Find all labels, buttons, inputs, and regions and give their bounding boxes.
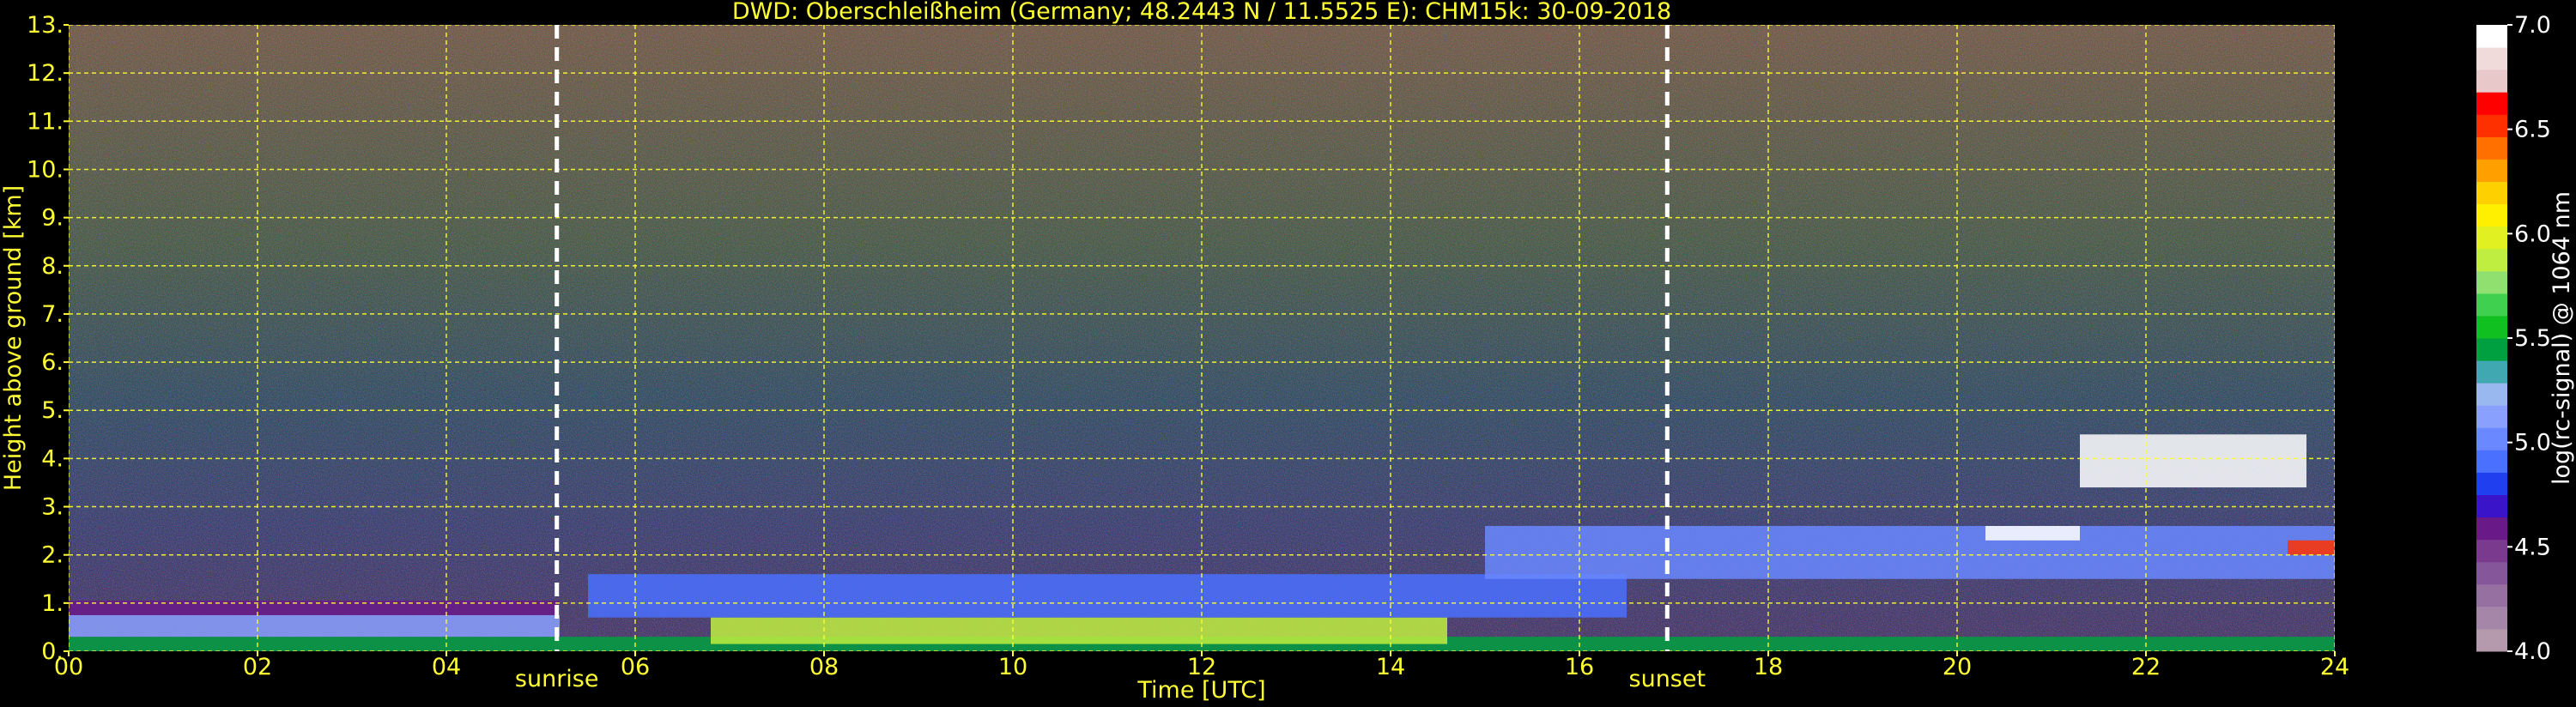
data-layer-4 (588, 574, 1627, 618)
x-tick-label: 04 (432, 654, 461, 680)
colorbar-tick-label: 6.5 (2514, 117, 2551, 143)
colorbar: 4.0 4.5 5.0 5.5 6.0 6.5 7.0 (2476, 12, 2551, 665)
annotations: sunrise sunset (515, 666, 1706, 692)
colorbar-tick-label: 7.0 (2514, 12, 2551, 39)
y-tick-label: 6. (41, 349, 64, 376)
x-tick-label: 06 (621, 654, 650, 680)
colorbar-tick-label: 6.0 (2514, 221, 2551, 247)
colorbar-segment (2476, 315, 2507, 339)
colorbar-segment (2476, 159, 2507, 182)
y-tick-label: 7. (41, 301, 64, 328)
colorbar-segment (2476, 517, 2507, 541)
x-tick-label: 20 (1943, 654, 1972, 680)
colorbar-tick-label: 5.0 (2514, 430, 2551, 456)
x-axis-label: Time [UTC] (1136, 677, 1265, 704)
y-axis-label: Height above ground [km] (0, 185, 27, 491)
colorbar-segment (2476, 539, 2507, 563)
colorbar-segment (2476, 450, 2507, 473)
colorbar-segment (2476, 628, 2507, 652)
plot-area (69, 25, 2335, 651)
colorbar-segment (2476, 472, 2507, 495)
data-layer-8 (2288, 540, 2335, 555)
colorbar-segment (2476, 561, 2507, 585)
colorbar-tick-label: 5.5 (2514, 325, 2551, 352)
y-tick-label: 1. (41, 590, 64, 617)
colorbar-segment (2476, 338, 2507, 361)
colorbar-segment (2476, 69, 2507, 93)
colorbar-tick-label: 4.0 (2514, 638, 2551, 665)
y-tick-label: 2. (41, 542, 64, 569)
y-tick-label: 12. (27, 60, 64, 87)
y-tick-label: 8. (41, 253, 64, 280)
y-tick-label: 13. (27, 12, 64, 39)
colorbar-tick-label: 4.5 (2514, 534, 2551, 560)
x-axis: 00 02 04 06 08 10 12 14 16 18 20 22 24 (54, 651, 2349, 680)
colorbar-segment (2476, 47, 2507, 70)
colorbar-segment (2476, 25, 2507, 48)
y-tick-label: 3. (41, 494, 64, 521)
x-tick-label: 24 (2320, 654, 2349, 680)
x-tick-label: 22 (2131, 654, 2161, 680)
colorbar-segment (2476, 427, 2507, 450)
y-tick-label: 10. (27, 156, 64, 183)
colorbar-segment (2476, 405, 2507, 428)
sunset-label: sunset (1629, 666, 1706, 692)
x-tick-label: 08 (809, 654, 839, 680)
colorbar-segment (2476, 606, 2507, 630)
y-tick-label: 9. (41, 205, 64, 232)
data-layer-6 (2080, 434, 2306, 488)
colorbar-segment (2476, 360, 2507, 384)
x-tick-label: 10 (998, 654, 1027, 680)
colorbar-segment (2476, 114, 2507, 137)
colorbar-segment (2476, 203, 2507, 227)
colorbar-segment (2476, 92, 2507, 115)
data-layer-5 (1485, 526, 2335, 579)
colorbar-segment (2476, 494, 2507, 518)
y-tick-label: 4. (41, 445, 64, 472)
y-tick-label: 0. (41, 638, 64, 665)
data-layer-7 (1985, 526, 2080, 541)
x-tick-label: 14 (1376, 654, 1405, 680)
y-tick-label: 11. (27, 108, 64, 135)
colorbar-segment (2476, 583, 2507, 607)
y-axis: 0. 1. 2. 3. 4. 5. 6. 7. 8. 9. 10. 11. 12. 13. (27, 12, 69, 665)
colorbar-segment (2476, 383, 2507, 406)
colorbar-segment (2476, 136, 2507, 160)
x-tick-label: 18 (1754, 654, 1783, 680)
colorbar-label: log(rc-signal) @ 1064 nm (2549, 191, 2575, 485)
colorbar-segment (2476, 181, 2507, 205)
x-tick-label: 02 (243, 654, 272, 680)
colorbar-segment (2476, 293, 2507, 317)
sunrise-label: sunrise (515, 666, 599, 692)
data-layer-3 (711, 617, 1447, 644)
colorbar-segment (2476, 226, 2507, 250)
colorbar-segment (2476, 270, 2507, 294)
data-layer-1 (69, 614, 560, 638)
x-tick-label: 16 (1565, 654, 1594, 680)
chart-title: DWD: Oberschleißheim (Germany; 48.2443 N… (732, 0, 1671, 25)
ceilometer-chart: DWD: Oberschleißheim (Germany; 48.2443 N… (0, 0, 2575, 704)
y-tick-label: 5. (41, 397, 64, 424)
colorbar-segment (2476, 248, 2507, 272)
